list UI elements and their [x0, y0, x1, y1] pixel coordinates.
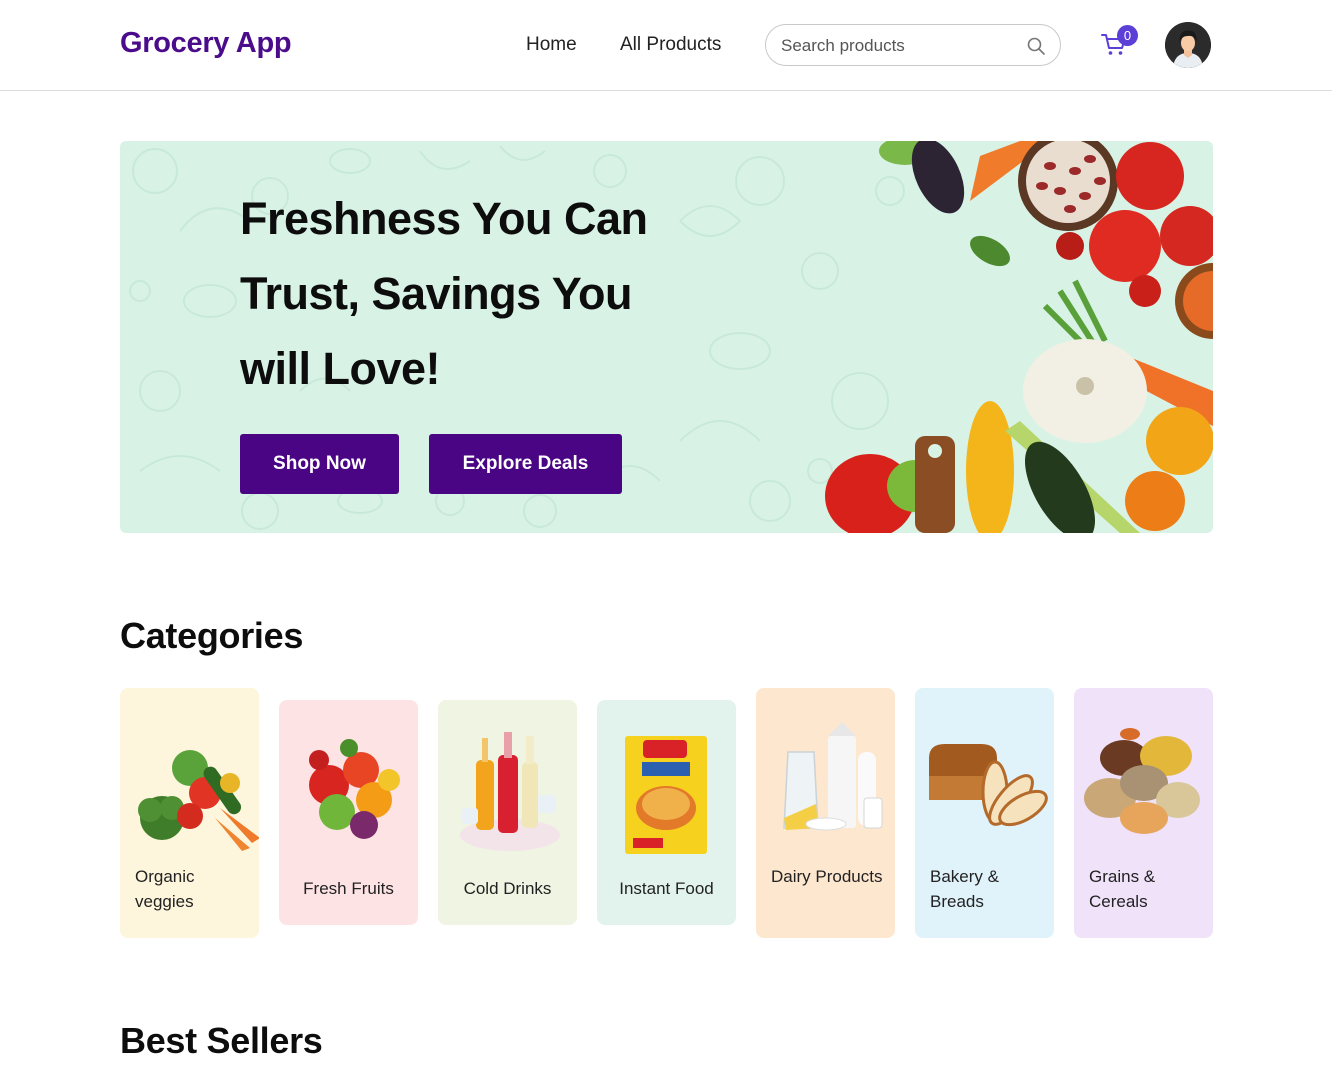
category-label: Instant Food [619, 879, 714, 898]
category-card-cold-drinks[interactable]: Cold Drinks [438, 700, 577, 925]
cold-drinks-icon [460, 732, 560, 851]
categories-heading: Categories [120, 615, 304, 656]
vegetables-icon [138, 750, 259, 851]
category-card-dairy-products[interactable]: Dairy Products [756, 688, 895, 938]
nav-link-home[interactable]: Home [526, 34, 577, 56]
cart-count-badge: 0 [1117, 25, 1138, 46]
category-card-fresh-fruits[interactable]: Fresh Fruits [279, 700, 418, 925]
nav-link-all-products[interactable]: All Products [620, 34, 721, 56]
hero-banner: Freshness You Can Trust, Savings You wil… [120, 141, 1213, 533]
app-logo[interactable]: Grocery App [120, 27, 292, 60]
category-label: Fresh Fruits [303, 879, 394, 898]
shop-now-button[interactable]: Shop Now [240, 434, 399, 494]
category-label: Grains & Cereals [1089, 867, 1156, 911]
user-avatar[interactable] [1165, 22, 1211, 68]
bread-icon [929, 744, 1048, 827]
top-navbar: Grocery App Home All Products 0 [0, 0, 1332, 91]
category-card-organic-veggies[interactable]: Organic veggies [120, 688, 259, 938]
search-input[interactable] [781, 34, 1011, 58]
category-label: Organic veggies [135, 867, 195, 911]
category-label: Cold Drinks [463, 879, 552, 898]
hero-headline: Freshness You Can Trust, Savings You wil… [240, 193, 648, 394]
grains-icon [1084, 728, 1200, 834]
best-sellers-heading: Best Sellers [120, 1020, 323, 1061]
user-avatar-icon [1165, 22, 1211, 68]
instant-noodles-icon [625, 736, 707, 854]
search-bar [765, 24, 1061, 66]
fruits-icon [309, 739, 400, 839]
explore-deals-button[interactable]: Explore Deals [429, 434, 622, 494]
category-card-grains-cereals[interactable]: Grains & Cereals [1074, 688, 1213, 938]
dairy-icon [783, 722, 883, 831]
search-icon[interactable] [1026, 36, 1046, 56]
category-card-bakery-breads[interactable]: Bakery & Breads [915, 688, 1054, 938]
category-label: Bakery & Breads [930, 867, 999, 911]
vegetables-image [825, 141, 1213, 533]
category-card-instant-food[interactable]: Instant Food [597, 700, 736, 925]
category-label: Dairy Products [771, 867, 883, 886]
